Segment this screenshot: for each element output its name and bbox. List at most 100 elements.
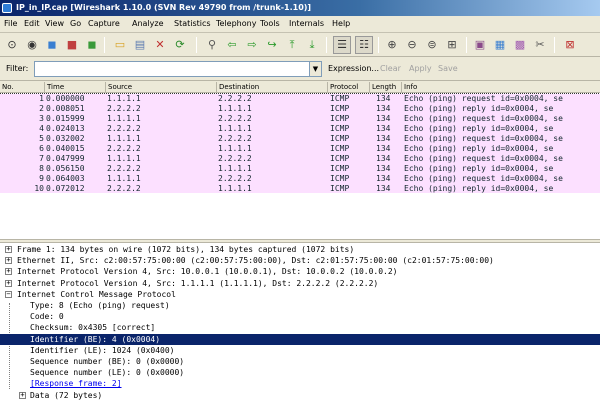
column-header-no[interactable]: No. (0, 82, 44, 93)
display-filters-icon[interactable]: ▦ (492, 37, 508, 53)
packet-row[interactable]: 8 0.056150 2.2.2.2 1.1.1.1 ICMP 134 Echo (ping… (0, 164, 600, 174)
menu-view[interactable]: View (45, 19, 64, 28)
detail-row[interactable]: − Internet Control Message Protocol (0, 289, 600, 300)
detail-row[interactable]: + Ethernet II, Src: c2:00:57:75:00:00 (c2… (0, 255, 600, 266)
detail-row[interactable]: Code: 0 (0, 311, 600, 322)
expand-icon[interactable]: + (19, 391, 26, 399)
detail-row[interactable]: + Data (72 bytes) (0, 390, 600, 401)
go-forward-icon[interactable]: ⇨ (244, 37, 260, 53)
menu-edit[interactable]: Edit (24, 19, 40, 28)
packet-row[interactable]: 4 0.024013 2.2.2.2 1.1.1.1 ICMP 134 Echo (ping… (0, 124, 600, 134)
packet-length: 134 (376, 154, 391, 163)
menu-telephony[interactable]: Telephony (216, 19, 256, 28)
packet-source: 1.1.1.1 (107, 134, 141, 143)
find-packet-icon[interactable]: ⚲ (204, 37, 220, 53)
close-file-icon[interactable]: ✕ (152, 37, 168, 53)
packet-row[interactable]: 2 0.008051 2.2.2.2 1.1.1.1 ICMP 134 Echo (ping… (0, 104, 600, 114)
detail-row[interactable]: Identifier (LE): 1024 (0x0400) (0, 345, 600, 356)
save-filter-button[interactable]: Save (438, 64, 458, 73)
auto-scroll-icon[interactable]: ☷ (355, 36, 373, 54)
packet-time: 0.024013 (46, 124, 85, 133)
expand-icon[interactable]: + (5, 279, 12, 287)
start-capture-icon[interactable]: ◼ (44, 37, 60, 53)
detail-row[interactable]: + Internet Protocol Version 4, Src: 10.0.… (0, 266, 600, 277)
zoom-out-icon[interactable]: ⊖ (404, 37, 420, 53)
packet-row[interactable]: 7 0.047999 1.1.1.1 2.2.2.2 ICMP 134 Echo (ping… (0, 154, 600, 164)
detail-row[interactable]: Checksum: 0x4305 [correct] (0, 322, 600, 333)
zoom-in-icon[interactable]: ⊕ (384, 37, 400, 53)
menu-help[interactable]: Help (332, 19, 350, 28)
resize-columns-icon[interactable]: ⊞ (444, 37, 460, 53)
open-file-icon[interactable]: ▭ (112, 37, 128, 53)
packet-row[interactable]: 5 0.032002 1.1.1.1 2.2.2.2 ICMP 134 Echo (ping… (0, 134, 600, 144)
packet-protocol: ICMP (330, 154, 350, 163)
packet-protocol: ICMP (330, 104, 350, 113)
expression-button[interactable]: Expression... (328, 64, 379, 73)
packet-length: 134 (376, 94, 391, 103)
menu-analyze[interactable]: Analyze (132, 19, 164, 28)
go-back-icon[interactable]: ⇦ (224, 37, 240, 53)
packet-source: 2.2.2.2 (107, 124, 141, 133)
detail-row[interactable]: [Response frame: 2] (0, 378, 600, 389)
collapse-icon[interactable]: − (5, 290, 12, 298)
detail-row[interactable]: Type: 8 (Echo (ping) request) (0, 300, 600, 311)
packet-info: Echo (ping) request id=0x0004, se (404, 94, 563, 103)
packet-row[interactable]: 3 0.015999 1.1.1.1 2.2.2.2 ICMP 134 Echo (ping… (0, 114, 600, 124)
column-header-protocol[interactable]: Protocol (327, 82, 369, 93)
reload-icon[interactable]: ⟳ (172, 37, 188, 53)
detail-row[interactable]: + Internet Protocol Version 4, Src: 1.1.1… (0, 278, 600, 289)
packet-info: Echo (ping) request id=0x0004, se (404, 134, 563, 143)
save-file-icon[interactable]: ▤ (132, 37, 148, 53)
apply-button[interactable]: Apply (409, 64, 432, 73)
help-icon[interactable]: ⊠ (562, 37, 578, 53)
menu-tools[interactable]: Tools (260, 19, 280, 28)
column-header-source[interactable]: Source (105, 82, 216, 93)
main-toolbar: ⊙ ◉ ◼ ■ ◼ ▭ ▤ ✕ ⟳ ⚲ ⇦ ⇨ ↪ ⤒ ⤓ ☰ ☷ ⊕ ⊖ ⊜ … (0, 33, 600, 57)
packet-info: Echo (ping) reply id=0x0004, se (404, 164, 554, 173)
detail-row[interactable]: Sequence number (LE): 0 (0x0000) (0, 367, 600, 378)
detail-row[interactable]: Sequence number (BE): 0 (0x0000) (0, 356, 600, 367)
column-header-time[interactable]: Time (44, 82, 105, 93)
column-header-destination[interactable]: Destination (216, 82, 327, 93)
filter-input[interactable] (34, 61, 310, 77)
detail-row[interactable]: + Frame 1: 134 bytes on wire (1072 bits),… (0, 244, 600, 255)
restart-capture-icon[interactable]: ◼ (84, 37, 100, 53)
stop-capture-icon[interactable]: ■ (64, 37, 80, 53)
go-to-packet-icon[interactable]: ↪ (264, 37, 280, 53)
menu-internals[interactable]: Internals (289, 19, 324, 28)
packet-row[interactable]: 6 0.040015 2.2.2.2 1.1.1.1 ICMP 134 Echo (ping… (0, 144, 600, 154)
packet-no: 4 (39, 124, 44, 133)
colorize-icon[interactable]: ☰ (333, 36, 351, 54)
menu-file[interactable]: File (4, 19, 17, 28)
capture-filters-icon[interactable]: ▣ (472, 37, 488, 53)
zoom-normal-icon[interactable]: ⊜ (424, 37, 440, 53)
expand-icon[interactable]: + (5, 246, 12, 253)
packet-time: 0.040015 (46, 144, 85, 153)
column-header-info[interactable]: Info (401, 82, 600, 93)
interface-list-icon[interactable]: ⊙ (4, 37, 20, 53)
menu-capture[interactable]: Capture (88, 19, 120, 28)
coloring-rules-icon[interactable]: ▩ (512, 37, 528, 53)
packet-destination: 1.1.1.1 (218, 164, 252, 173)
packet-row[interactable]: 1 0.000000 1.1.1.1 2.2.2.2 ICMP 134 Echo (ping… (0, 93, 600, 105)
menu-statistics[interactable]: Statistics (174, 19, 211, 28)
expand-icon[interactable]: + (5, 257, 12, 265)
packet-time: 0.015999 (46, 114, 85, 123)
response-frame-link[interactable]: [Response frame: 2] (30, 378, 122, 389)
detail-text: Internet Control Message Protocol (17, 289, 176, 299)
go-last-icon[interactable]: ⤓ (304, 37, 320, 53)
filter-dropdown-button[interactable]: ▼ (310, 61, 322, 77)
expand-icon[interactable]: + (5, 268, 12, 276)
column-header-length[interactable]: Length (369, 82, 401, 93)
clear-button[interactable]: Clear (380, 64, 401, 73)
filter-toolbar: Filter: ▼ Expression... Clear Apply Save (0, 57, 600, 81)
capture-options-icon[interactable]: ◉ (24, 37, 40, 53)
menu-go[interactable]: Go (70, 19, 81, 28)
title-bar: IP_in_IP.cap [Wireshark 1.10.0 (SVN Rev … (0, 0, 600, 16)
packet-no: 9 (39, 174, 44, 183)
packet-row[interactable]: 9 0.064003 1.1.1.1 2.2.2.2 ICMP 134 Echo (ping… (0, 174, 600, 184)
preferences-icon[interactable]: ✂ (532, 37, 548, 53)
go-first-icon[interactable]: ⤒ (284, 37, 300, 53)
detail-row-selected[interactable]: Identifier (BE): 4 (0x0004) (0, 333, 600, 345)
detail-text: Type: 8 (Echo (ping) request) (30, 301, 170, 310)
